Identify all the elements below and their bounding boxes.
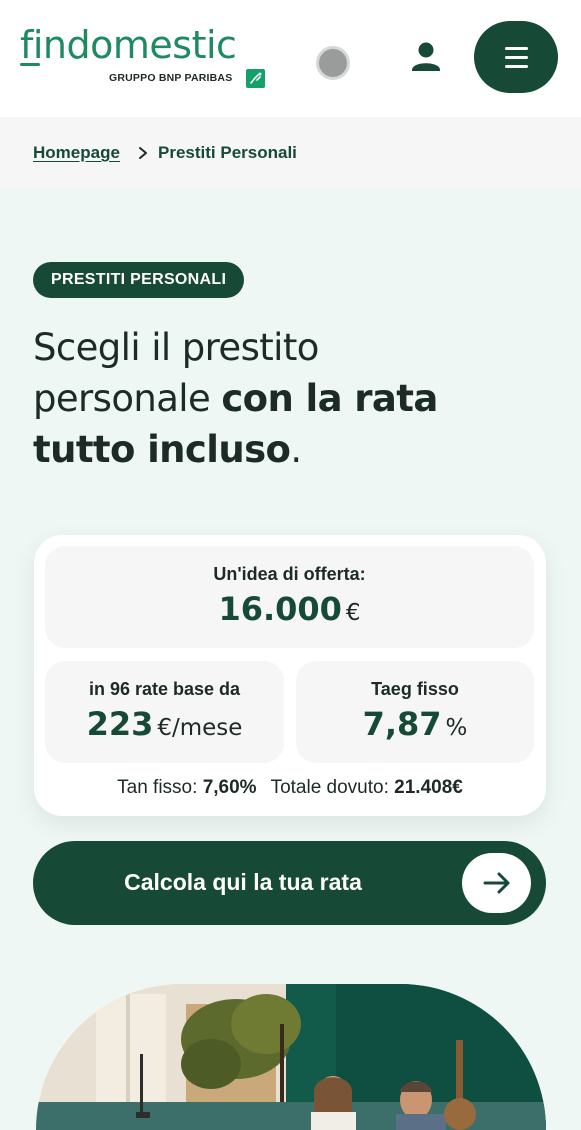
chevron-right-icon [139,147,147,159]
taeg: 7,87% [296,705,534,743]
taeg-box: Taeg fisso 7,87% [296,661,534,763]
breadcrumb: Homepage Prestiti Personali [0,117,581,188]
taeg-unit: % [445,715,468,741]
breadcrumb-home-link[interactable]: Homepage [33,143,120,163]
offer-amount-box: Un'idea di offerta: 16.000 € [45,546,534,648]
installment-box: in 96 rate base da 223 €/mese [45,661,284,763]
installment-label: in 96 rate base da [88,679,241,699]
logo-wordmark: findomestic [20,23,237,67]
user-icon [412,42,440,71]
taeg-value: 7,87 [362,705,442,743]
installment-unit: €/mese [157,715,243,741]
breadcrumb-current: Prestiti Personali [158,143,297,162]
offer-amount-label: Un'idea di offerta: [213,564,366,584]
installment-value: 223 [86,705,154,743]
installment: 223 €/mese [45,705,284,743]
status-dot-icon[interactable] [316,46,350,80]
logo-underline-mark [20,63,40,66]
total-label: Totale dovuto: [270,777,389,798]
findomestic-logo[interactable]: findomestic GRUPPO BNP PARIBAS [20,22,270,92]
offer-footnote: Tan fisso: 7,60% Totale dovuto: 21.408€ [34,777,546,799]
cta-label: Calcola qui la tua rata [124,869,362,895]
offer-amount-value: 16.000 [218,590,342,628]
offer-amount: 16.000 € [45,590,534,628]
menu-button[interactable] [474,21,558,93]
page-title: Scegli il prestito personale con la rata… [33,322,473,475]
user-account-button[interactable] [404,38,448,78]
menu-icon [505,47,528,50]
total-value: 21.408€ [394,777,463,798]
bnp-star-icon [246,69,265,88]
tan-label: Tan fisso: [117,777,198,798]
calculate-rate-button[interactable]: Calcola qui la tua rata [33,841,546,925]
section-tag: PRESTITI PERSONALI [33,262,245,298]
offer-card: Un'idea di offerta: 16.000 € in 96 rate b… [34,535,546,816]
site-header: findomestic GRUPPO BNP PARIBAS [0,0,581,117]
hero-photo [36,984,546,1130]
taeg-label: Taeg fisso [371,679,459,699]
title-end: . [290,428,302,471]
tan-value: 7,60% [202,777,257,798]
arrow-right-icon [462,853,531,913]
logo-group-name: GRUPPO BNP PARIBAS [109,72,233,84]
offer-amount-unit: € [345,600,361,626]
